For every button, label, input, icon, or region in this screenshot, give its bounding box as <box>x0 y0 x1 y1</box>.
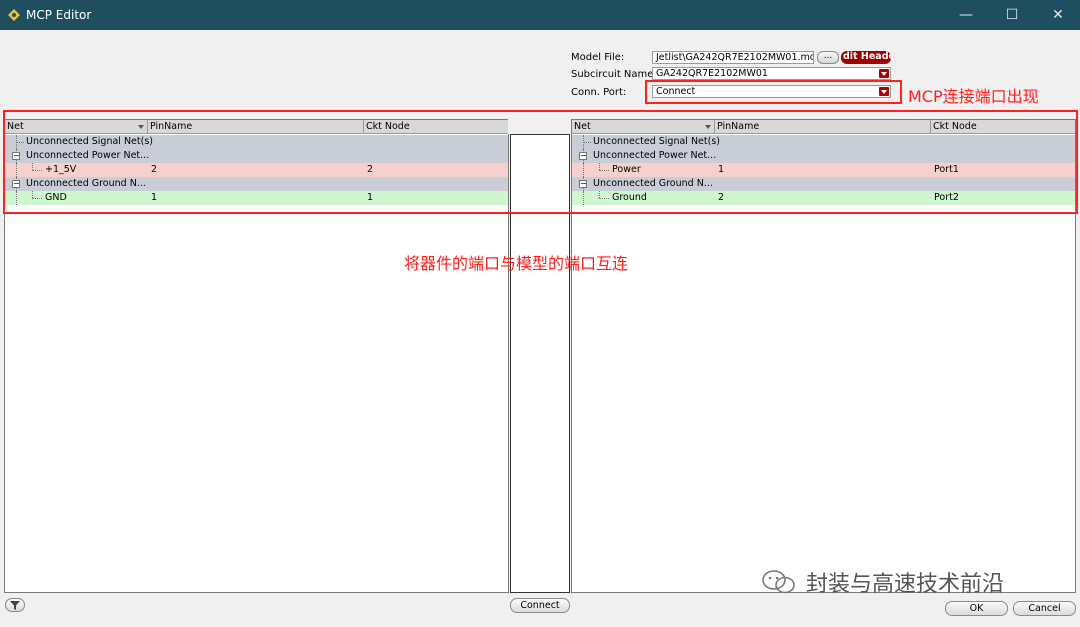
maximize-button[interactable]: ☐ <box>990 0 1034 30</box>
app-logo-icon <box>8 9 20 21</box>
grid-highlight-box <box>3 110 1078 214</box>
browse-button[interactable]: ... <box>817 51 839 64</box>
conn-port-highlight-box <box>645 80 902 104</box>
cancel-button[interactable]: Cancel <box>1013 601 1076 616</box>
conn-port-label: Conn. Port: <box>571 87 627 98</box>
edit-header-button[interactable]: dit Heade <box>841 51 891 64</box>
filter-icon <box>10 601 20 610</box>
model-file-field[interactable]: Jetlist\GA242QR7E2102MW01.mod <box>652 51 814 64</box>
subcircuit-name-select[interactable]: GA242QR7E2102MW01 <box>652 67 891 80</box>
close-button[interactable]: ✕ <box>1036 0 1080 30</box>
subcircuit-name-value: GA242QR7E2102MW01 <box>656 68 768 79</box>
model-file-label: Model File: <box>571 52 625 63</box>
connect-button[interactable]: Connect <box>510 598 570 613</box>
mcp-annotation-text: MCP连接端口出现 <box>908 87 1039 106</box>
watermark-text: 封装与高速技术前沿 <box>806 572 1005 597</box>
title-bar: MCP Editor — ☐ ✕ <box>0 0 1080 30</box>
filter-button[interactable] <box>5 598 25 612</box>
mcp-editor-window: MCP Editor — ☐ ✕ Model File: Jetlist\GA2… <box>0 0 1080 627</box>
window-title: MCP Editor <box>26 8 92 22</box>
dropdown-arrow-icon[interactable] <box>879 69 889 78</box>
subcircuit-name-label: Subcircuit Name: <box>571 69 657 80</box>
wechat-icon <box>762 570 795 594</box>
minimize-button[interactable]: — <box>944 0 988 30</box>
connect-annotation-text: 将器件的端口与模型的端口互连 <box>404 254 629 273</box>
ok-button[interactable]: OK <box>945 601 1008 616</box>
